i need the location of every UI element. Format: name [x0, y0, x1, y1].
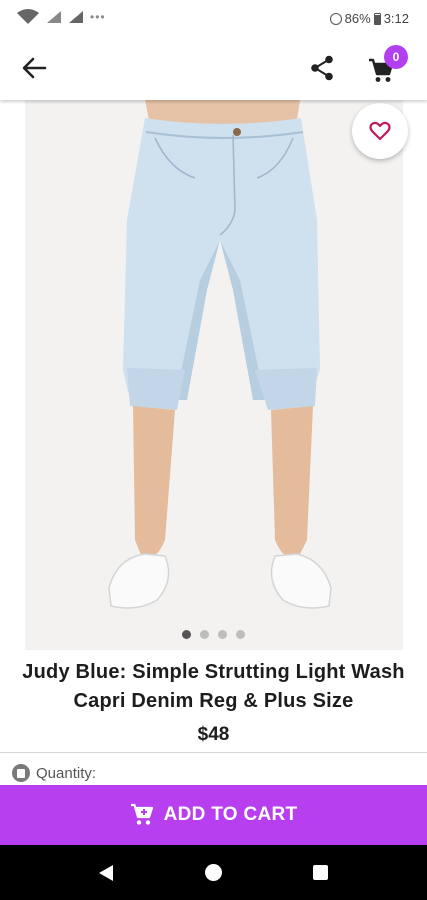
alarm-icon [329, 12, 342, 25]
wishlist-button[interactable] [352, 103, 408, 159]
signal-icon [47, 11, 61, 23]
quantity-icon [12, 764, 30, 782]
quantity-row: Quantity: [12, 764, 96, 782]
status-left: ••• [16, 9, 106, 25]
add-to-cart-label: ADD TO CART [163, 804, 298, 825]
carousel-dot[interactable] [236, 630, 245, 639]
product-photo-capri-jeans [25, 100, 403, 650]
cart-button[interactable]: 0 [362, 45, 408, 88]
product-price: $48 [197, 724, 230, 745]
app-bar: 0 [0, 36, 427, 100]
status-bar: ••• 86% 3:12 [0, 0, 427, 36]
add-to-cart-button[interactable]: ADD TO CART [0, 785, 427, 845]
back-button[interactable] [14, 50, 54, 86]
back-arrow-icon [22, 57, 47, 79]
share-button[interactable] [302, 50, 342, 86]
carousel-dot[interactable] [200, 630, 209, 639]
battery-percent: 86% [344, 11, 371, 26]
image-carousel-indicator [0, 630, 427, 639]
nav-home-icon[interactable] [205, 864, 222, 881]
product-title: Judy Blue: Simple Strutting Light Wash C… [22, 661, 405, 712]
clock: 3:12 [383, 11, 409, 26]
product-detail-screen: ••• 86% 3:12 0 Judy Blue: Simple Strutti… [0, 0, 427, 900]
nav-recent-icon[interactable] [313, 865, 328, 880]
divider [0, 752, 427, 753]
signal-icon [69, 11, 83, 23]
heart-outline-icon [369, 121, 391, 141]
nav-back-icon[interactable] [97, 864, 115, 882]
quantity-label: Quantity: [36, 764, 97, 782]
status-right: 86% 3:12 [329, 11, 409, 26]
system-nav-bar [0, 845, 427, 900]
cart-count-badge: 0 [384, 45, 408, 69]
carousel-dot[interactable] [218, 630, 227, 639]
more-notifications-icon: ••• [90, 10, 106, 24]
wifi-icon [17, 9, 39, 24]
battery-icon [373, 12, 381, 25]
product-image[interactable] [25, 100, 403, 650]
share-icon [311, 55, 333, 81]
cart-add-icon [130, 803, 153, 825]
carousel-dot[interactable] [182, 630, 191, 639]
